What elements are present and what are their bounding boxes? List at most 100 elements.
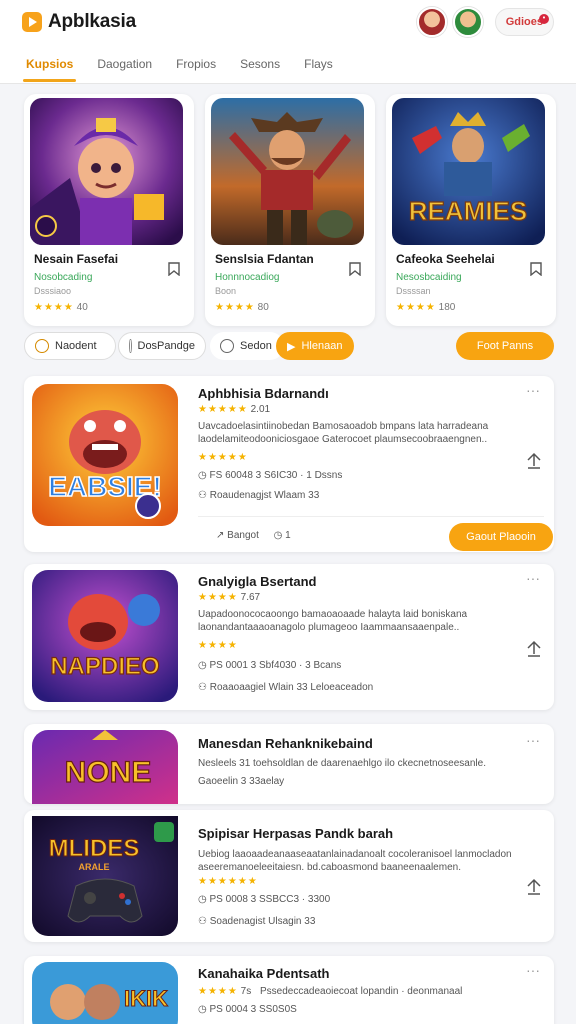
- tab-fropios[interactable]: Fropios: [176, 47, 216, 81]
- tag-icon: [129, 339, 132, 353]
- filter-chip-label: Naodent: [55, 340, 97, 352]
- share-icon[interactable]: [526, 452, 542, 470]
- timer-icon: ◷: [273, 530, 283, 541]
- rating-stars: ★★★★: [215, 302, 255, 313]
- filter-cta-button[interactable]: Foot Panns: [456, 332, 554, 360]
- account-button[interactable]: Gdioes •: [494, 8, 554, 36]
- card-art-text: NAPDIEO: [50, 653, 159, 680]
- footer-action-label: Bangot: [227, 530, 259, 541]
- game-list-card[interactable]: MLIDES ARALE Spipisar Herpasas Pandk bar…: [24, 810, 554, 942]
- share-icon[interactable]: [526, 878, 542, 896]
- rating-count: 80: [257, 302, 269, 313]
- friend-avatar[interactable]: [452, 7, 483, 37]
- share-icon[interactable]: [526, 640, 542, 658]
- filter-chip-selected[interactable]: ▶ Hlenaan: [276, 332, 354, 360]
- filter-chip[interactable]: Sedon: [210, 332, 284, 360]
- featured-title: Cafeoka Seehelai: [396, 252, 495, 266]
- featured-card[interactable]: Nesain Fasefai Nosobcading Dsssiaoo ★★★★…: [24, 94, 194, 326]
- stat-text: FS 60048 3 S6IC30 · 1 Dssns: [209, 470, 343, 481]
- game-title: Spipisar Herpasas Pandk barah: [198, 826, 394, 841]
- rating-row: ★★★★★: [198, 452, 248, 463]
- rating-stars: ★★★★: [198, 592, 238, 603]
- card-art-text: NONE: [65, 756, 152, 789]
- tab-kupsios[interactable]: Kupsios: [22, 47, 77, 82]
- link-icon: ↗: [216, 530, 228, 541]
- footer-action[interactable]: ↗ Bangot ◷ 1: [216, 530, 291, 541]
- rating-stars: ★★★★★★: [198, 876, 258, 887]
- game-list-card[interactable]: EABSIE! Aphbhisia Bdarnandı ··· ★★★★★ 2.…: [24, 376, 554, 552]
- featured-title: Nesain Fasefai: [34, 252, 119, 266]
- game-description: Pssedeccadeaoiecoat lopandin · deonmanaa…: [259, 986, 463, 997]
- game-list-card[interactable]: IKIK Kanahaika Pdentsath ··· ★★★★ 7s Pss…: [24, 956, 554, 1024]
- app-logo-icon: [22, 12, 42, 32]
- game-thumbnail: NAPDIEO: [32, 570, 178, 702]
- game-thumbnail: [211, 98, 364, 245]
- tab-flays[interactable]: Flays: [304, 47, 333, 81]
- game-description: Uapadoonococaoongo bamaoaoaade halayta l…: [198, 609, 468, 633]
- game-tags: ⚇ Roaaoaagiel Wlain 33 Leloeaceadon: [198, 682, 373, 693]
- filter-chip-label: Hlenaan: [301, 340, 343, 352]
- game-thumbnail: EABSIE!: [32, 384, 178, 526]
- tag-text: Soadenagist Ulsagin 33: [209, 916, 316, 927]
- featured-title: Senslsia Fdantan: [215, 252, 314, 266]
- card-cta-button[interactable]: Gaout Plaooin: [449, 523, 553, 551]
- bookmark-icon[interactable]: [168, 262, 180, 276]
- stat-text: PS 0004 3 SS0S0S: [209, 1004, 297, 1015]
- game-thumbnail: REAMIES: [392, 98, 545, 245]
- featured-subtitle: Honnnocadiog: [215, 272, 280, 283]
- rating-row: ★★★★: [198, 640, 238, 651]
- more-options-icon[interactable]: ···: [526, 570, 540, 586]
- game-list-card[interactable]: NONE Manesdan Rehanknikebaind ··· Neslee…: [24, 724, 554, 804]
- rating-count: 40: [76, 302, 88, 313]
- friend-avatar[interactable]: [416, 7, 447, 37]
- rating-row: ★★★★★ 2.01: [198, 404, 270, 415]
- notification-badge-icon: •: [539, 14, 549, 24]
- game-subline: Nesleels 31 toehsoldlan de daarenaehlgo …: [198, 758, 486, 769]
- category-tabs: Kupsios Daogation Fropios Sesons Flays: [0, 44, 576, 84]
- clock-icon: ◷: [198, 894, 210, 905]
- more-options-icon[interactable]: ···: [526, 962, 540, 978]
- bookmark-icon[interactable]: [349, 262, 361, 276]
- game-title: Gnalyigla Bsertand: [198, 574, 317, 589]
- featured-subtitle: Nosobcading: [34, 272, 93, 283]
- more-options-icon[interactable]: ···: [526, 382, 540, 398]
- game-description: Uebiog laaoaadeanaaseaatanlainadanoalt c…: [198, 849, 512, 873]
- rating-stars: ★★★★: [198, 986, 238, 997]
- user-icon: ⚇: [198, 682, 210, 693]
- game-stats: ◷ PS 0001 3 Sbf4030 · 3 Bcans: [198, 660, 341, 671]
- featured-card[interactable]: Senslsia Fdantan Honnnocadiog Boon ★★★★ …: [205, 94, 375, 326]
- game-thumbnail: MLIDES ARALE: [32, 816, 178, 936]
- more-options-icon[interactable]: ···: [526, 732, 540, 748]
- filter-chip[interactable]: DosPandge: [118, 332, 206, 360]
- game-title: Kanahaika Pdentsath: [198, 966, 330, 981]
- featured-card[interactable]: REAMIES Cafeoka Seehelai Nesosbcaiding D…: [386, 94, 556, 326]
- game-tags: ⚇ Soadenagist Ulsagin 33: [198, 916, 315, 927]
- game-thumbnail: NONE: [32, 730, 178, 804]
- app-header: Apblkasia Gdioes •: [0, 0, 576, 44]
- tab-sesons[interactable]: Sesons: [240, 47, 280, 81]
- rating-stars: ★★★★: [34, 302, 74, 313]
- game-thumbnail: [30, 98, 183, 245]
- game-list-card[interactable]: NAPDIEO Gnalyigla Bsertand ··· ★★★★ 7.67…: [24, 564, 554, 710]
- tab-daogation[interactable]: Daogation: [97, 47, 152, 81]
- search-icon: [220, 339, 234, 353]
- featured-subtitle: Nesosbcaiding: [396, 272, 462, 283]
- rating-stars: ★★★★★: [198, 452, 248, 463]
- bookmark-icon[interactable]: [530, 262, 542, 276]
- clock-icon: ◷: [198, 1004, 210, 1015]
- featured-art-text: REAMIES: [409, 196, 527, 226]
- filter-chip-label: DosPandge: [137, 340, 196, 352]
- game-subline: Gaoeelin 3 33aelay: [198, 776, 285, 787]
- rating-row: ★★★★ 7.67: [198, 592, 260, 603]
- clock-icon: ◷: [198, 470, 210, 481]
- tag-text: Roaaoaagiel Wlain 33 Leloeaceadon: [209, 682, 374, 693]
- user-icon: ⚇: [198, 916, 210, 927]
- filter-bar: Naodent DosPandge Sedon ▶ Hlenaan Foot Pa…: [22, 330, 554, 364]
- game-thumbnail: IKIK: [32, 962, 178, 1024]
- stat-text: PS 0008 3 SSBCC3 · 3300: [209, 894, 331, 905]
- card-divider: [198, 516, 544, 517]
- featured-meta: Boon: [215, 286, 237, 296]
- game-stats: ◷ PS 0004 3 SS0S0S: [198, 1004, 297, 1015]
- filter-chip[interactable]: Naodent: [24, 332, 116, 360]
- rating-stars: ★★★★: [396, 302, 436, 313]
